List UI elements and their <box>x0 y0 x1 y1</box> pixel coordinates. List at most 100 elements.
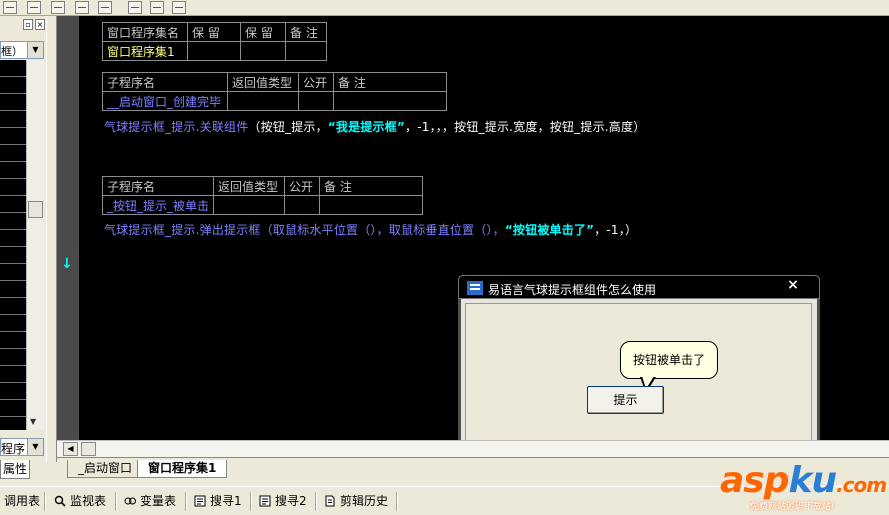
watch-table-label: 监视表 <box>70 494 107 508</box>
code-string: “我是提示框” <box>327 120 406 134</box>
search2-label: 搜寻2 <box>275 494 307 508</box>
restore-icon[interactable]: ▫ <box>23 19 33 30</box>
chevron-down-icon[interactable]: ▼ <box>27 42 43 58</box>
subroutine-name-cell[interactable]: _按钮_提示_被单击 <box>101 195 215 215</box>
scroll-thumb[interactable] <box>81 442 96 456</box>
table-cell[interactable] <box>284 195 321 215</box>
clip-history-button[interactable]: 剪辑历史 <box>322 492 388 511</box>
chevron-down-icon[interactable]: ▼ <box>27 439 43 455</box>
table-cell[interactable] <box>333 91 447 111</box>
code-object: 气球提示框_提示.弹出提示框 <box>104 223 261 237</box>
subroutine-name-cell[interactable]: __启动窗口_创建完毕 <box>102 91 228 111</box>
scroll-left-icon[interactable]: ◀ <box>63 442 78 456</box>
left-combo-text: 框） <box>1 45 23 58</box>
prompt-button[interactable]: 提示 <box>587 386 664 414</box>
variable-table-label: 变量表 <box>140 494 177 508</box>
close-icon[interactable]: × <box>785 277 801 293</box>
separator <box>115 492 116 511</box>
subroutine-table-2: 子程序名 返回值类型 公开 备 注 _按钮_提示_被单击 <box>101 176 424 215</box>
document-icon <box>325 495 335 507</box>
search-list-icon <box>194 495 206 507</box>
search2-button[interactable]: 搜寻2 <box>257 492 307 511</box>
code-args: （按钮_提示， <box>248 120 328 134</box>
current-line-arrow-icon: ↓ <box>61 256 73 272</box>
table-header: 子程序名 <box>101 176 215 196</box>
table-header: 公开 <box>284 176 321 196</box>
app-icon <box>467 281 483 295</box>
separator <box>315 492 316 511</box>
table-cell[interactable] <box>285 41 327 61</box>
code-args: ，-1，） <box>594 223 638 237</box>
table-cell[interactable] <box>227 91 299 111</box>
close-icon[interactable]: × <box>35 19 45 30</box>
left-combo2-text: 程序 <box>1 442 26 456</box>
align-right-icon[interactable] <box>51 1 65 14</box>
center-both-icon[interactable] <box>172 1 186 14</box>
code-string: “按钮被单击了” <box>504 223 595 237</box>
left-object-combo[interactable]: 框） ▼ <box>0 41 44 59</box>
watermark-ku: ku <box>788 460 838 501</box>
code-line[interactable]: 气球提示框_提示.关联组件（按钮_提示，“我是提示框”，-1，，，按钮_提示.宽… <box>104 118 645 135</box>
table-cell[interactable] <box>213 195 286 215</box>
center-horizontal-icon[interactable] <box>128 1 142 14</box>
balloon-tip: 按钮被单击了 <box>620 341 718 379</box>
scroll-down-icon[interactable]: ▼ <box>30 417 36 426</box>
assembly-name-cell[interactable]: 窗口程序集1 <box>102 41 188 61</box>
watermark-subtext: 免费网站源码下载站! <box>750 502 835 512</box>
search1-button[interactable]: 搜寻1 <box>192 492 242 511</box>
table-header: 子程序名 <box>102 72 228 92</box>
clip-history-label: 剪辑历史 <box>340 494 389 508</box>
tab-properties[interactable]: 属性 <box>0 460 30 479</box>
table-header: 公开 <box>298 72 334 92</box>
table-header: 返回值类型 <box>213 176 286 196</box>
table-header: 保 留 <box>187 22 241 42</box>
separator <box>44 492 45 511</box>
search1-label: 搜寻1 <box>210 494 242 508</box>
align-top-icon[interactable] <box>27 1 41 14</box>
center-vertical-icon[interactable] <box>150 1 164 14</box>
top-toolbar <box>0 0 889 16</box>
separator <box>185 492 186 511</box>
equal-height-icon[interactable] <box>98 1 112 14</box>
table-cell[interactable] <box>240 41 286 61</box>
tab-window-assembly[interactable]: 窗口程序集1 <box>137 460 228 478</box>
table-cell[interactable] <box>298 91 334 111</box>
table-header: 保 留 <box>240 22 286 42</box>
watch-table-button[interactable]: 监视表 <box>52 492 106 511</box>
left-vertical-scrollbar[interactable]: ▼ <box>26 60 44 430</box>
assembly-table: 窗口程序集名 保 留 保 留 备 注 窗口程序集1 <box>102 22 327 61</box>
magnifier-icon <box>54 495 66 507</box>
variable-table-button[interactable]: 变量表 <box>122 492 176 511</box>
align-left-icon[interactable] <box>3 1 17 14</box>
left-panel-header: ▫ × <box>0 17 46 33</box>
table-header: 备 注 <box>285 22 327 42</box>
table-header: 窗口程序集名 <box>102 22 188 42</box>
table-header: 备 注 <box>319 176 424 196</box>
equal-width-icon[interactable] <box>75 1 89 14</box>
code-args: （取鼠标水平位置（），取鼠标垂直位置（）， <box>260 223 505 237</box>
table-header: 返回值类型 <box>227 72 299 92</box>
scroll-thumb[interactable] <box>28 201 43 218</box>
tree-row-lines <box>0 60 26 430</box>
code-args: ，-1，，，按钮_提示.宽度，按钮_提示.高度） <box>405 120 646 134</box>
demo-window-titlebar[interactable]: 易语言气球提示框组件怎么使用 × <box>458 275 820 299</box>
site-watermark: aspku.com 免费网站源码下载站! <box>720 460 887 512</box>
table-cell[interactable] <box>319 195 424 215</box>
panel-splitter[interactable] <box>46 16 57 462</box>
table-cell[interactable] <box>187 41 241 61</box>
search-list-icon <box>259 495 271 507</box>
tab-startup-window[interactable]: _启动窗口 <box>67 460 144 478</box>
left-program-combo[interactable]: 程序 ▼ <box>0 438 44 456</box>
variable-icon <box>124 497 136 505</box>
watermark-asp: asp <box>720 460 789 501</box>
subroutine-table-1: 子程序名 返回值类型 公开 备 注 __启动窗口_创建完毕 <box>102 72 447 111</box>
watermark-logo: aspku.com <box>720 460 887 501</box>
separator <box>250 492 251 511</box>
separator <box>396 492 397 511</box>
window-title: 易语言气球提示框组件怎么使用 <box>488 283 657 297</box>
editor-horizontal-scrollbar[interactable]: ◀ <box>57 440 889 457</box>
code-line[interactable]: 气球提示框_提示.弹出提示框（取鼠标水平位置（），取鼠标垂直位置（），“按钮被单… <box>104 221 637 238</box>
call-table-button[interactable]: 调用表 <box>0 492 40 511</box>
demo-window-client <box>465 303 812 455</box>
call-table-label: 调用表 <box>4 494 41 508</box>
